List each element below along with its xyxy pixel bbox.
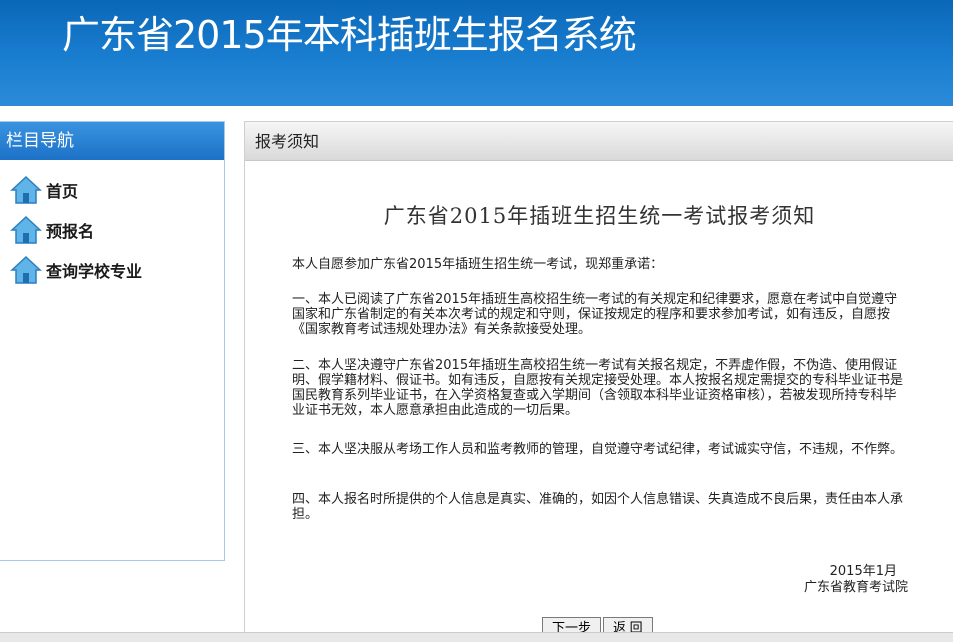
home-icon: [10, 175, 42, 204]
signature-organization: 广东省教育考试院: [803, 580, 908, 595]
home-icon: [10, 215, 42, 244]
sidebar-nav: 栏目导航 首页 预报名 查询学校专业: [0, 121, 225, 561]
bottom-scrollbar-strip: [0, 632, 953, 642]
sidebar-item-home[interactable]: 首页: [0, 170, 224, 210]
notice-title: 广东省2015年插班生招生统一考试报考须知: [383, 204, 816, 228]
sidebar-item-label: 预报名: [46, 222, 95, 241]
notice-paragraph: 二、本人坚决遵守广东省2015年插班生高校招生统一考试有关报名规定，不弄虚作假，…: [292, 358, 904, 418]
panel-title: 报考须知: [245, 122, 953, 161]
notice-paragraph: 四、本人报名时所提供的个人信息是真实、准确的，如因个人信息错误、失真造成不良后果…: [292, 492, 904, 522]
sidebar-title: 栏目导航: [0, 122, 224, 160]
notice-panel: 报考须知 广东省2015年插班生招生统一考试报考须知 本人自愿参加广东省2015…: [244, 121, 953, 642]
sidebar-item-label: 查询学校专业: [46, 262, 143, 281]
sidebar-item-query-majors[interactable]: 查询学校专业: [0, 250, 224, 290]
header-banner: 广东省2015年本科插班生报名系统: [0, 0, 953, 106]
sidebar-item-label: 首页: [46, 182, 79, 201]
notice-paragraph: 本人自愿参加广东省2015年插班生招生统一考试，现郑重承诺：: [292, 257, 664, 272]
notice-paragraph: 三、本人坚决服从考场工作人员和监考教师的管理，自觉遵守考试纪律，考试诚实守信，不…: [292, 442, 904, 457]
notice-paragraph: 一、本人已阅读了广东省2015年插班生高校招生统一考试的有关规定和纪律要求，愿意…: [292, 292, 898, 337]
system-title: 广东省2015年本科插班生报名系统: [62, 13, 637, 57]
home-icon: [10, 255, 42, 284]
sidebar-item-prereg[interactable]: 预报名: [0, 210, 224, 250]
